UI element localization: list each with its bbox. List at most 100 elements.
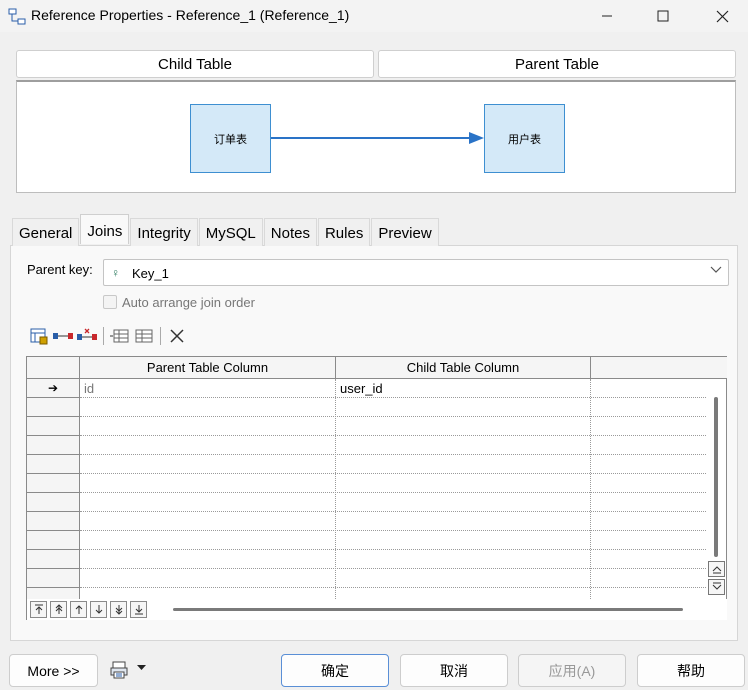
row-divider xyxy=(80,397,706,398)
arrow-down-icon xyxy=(712,582,721,590)
key-icon: ♀ xyxy=(111,266,120,280)
parent-table-column-header[interactable]: Parent Table Column xyxy=(80,357,336,379)
move-down-button[interactable] xyxy=(90,601,107,618)
row-header[interactable] xyxy=(27,417,80,436)
move-page-down-icon xyxy=(115,605,122,615)
parent-key-label: Parent key: xyxy=(27,262,93,277)
delete-icon xyxy=(170,329,184,343)
row-divider xyxy=(80,435,706,436)
insert-row-icon xyxy=(110,329,129,343)
parent-key-select[interactable]: ♀ Key_1 xyxy=(103,259,729,286)
auto-arrange-label: Auto arrange join order xyxy=(122,295,255,310)
add-row-icon xyxy=(135,329,153,343)
ok-button[interactable]: 确定 xyxy=(281,654,389,687)
row-divider xyxy=(80,454,706,455)
row-header[interactable] xyxy=(27,512,80,531)
child-table-button[interactable]: Child Table xyxy=(16,50,374,78)
current-row-arrow-icon: ➔ xyxy=(47,381,59,395)
property-tabs: General Joins Integrity MySQL Notes Rule… xyxy=(12,214,440,246)
row-header[interactable] xyxy=(27,474,80,493)
properties-icon xyxy=(30,328,48,345)
column-divider xyxy=(335,379,336,599)
row-header[interactable] xyxy=(27,531,80,550)
scroll-down-button[interactable] xyxy=(708,579,725,595)
reference-app-icon xyxy=(8,8,26,25)
help-button[interactable]: 帮助 xyxy=(637,654,745,687)
add-join-icon xyxy=(53,333,73,339)
horizontal-scrollbar-thumb[interactable] xyxy=(173,608,683,611)
row-header[interactable] xyxy=(27,436,80,455)
properties-button[interactable] xyxy=(27,325,51,347)
reference-diagram: 订单表 用户表 xyxy=(16,80,736,193)
row-header[interactable] xyxy=(27,493,80,512)
move-bottom-button[interactable] xyxy=(130,601,147,618)
move-page-down-button[interactable] xyxy=(110,601,127,618)
tab-general[interactable]: General xyxy=(12,218,80,246)
parent-entity-box[interactable]: 用户表 xyxy=(484,104,565,173)
row-divider xyxy=(80,511,706,512)
row-divider xyxy=(80,492,706,493)
add-row-button[interactable] xyxy=(132,325,156,347)
row-header[interactable] xyxy=(27,455,80,474)
scroll-up-button[interactable] xyxy=(708,561,725,577)
tab-mysql[interactable]: MySQL xyxy=(198,218,263,246)
tab-integrity[interactable]: Integrity xyxy=(130,218,198,246)
child-column-cell[interactable]: user_id xyxy=(340,381,383,396)
maximize-button[interactable] xyxy=(640,0,686,32)
tab-notes[interactable]: Notes xyxy=(263,218,317,246)
more-button[interactable]: More >> xyxy=(9,654,98,687)
move-top-icon xyxy=(34,604,43,614)
print-icon[interactable] xyxy=(109,660,129,680)
child-entity-box[interactable]: 订单表 xyxy=(190,104,271,173)
auto-arrange-checkbox[interactable] xyxy=(103,295,117,309)
joins-grid[interactable]: Parent Table Column Child Table Column ➔… xyxy=(26,356,727,620)
row-divider xyxy=(80,530,706,531)
row-divider xyxy=(80,568,706,569)
arrow-up-icon xyxy=(712,566,721,574)
parent-table-button[interactable]: Parent Table xyxy=(378,50,736,78)
title-bar: Reference Properties - Reference_1 (Refe… xyxy=(0,0,748,32)
scrollbar-thumb[interactable] xyxy=(714,397,718,557)
row-divider xyxy=(80,587,706,588)
child-table-column-header[interactable]: Child Table Column xyxy=(336,357,591,379)
close-icon xyxy=(716,10,728,22)
row-divider xyxy=(80,473,706,474)
toolbar-separator xyxy=(160,327,161,345)
move-bottom-icon xyxy=(134,605,143,615)
row-header[interactable] xyxy=(27,569,80,588)
minimize-button[interactable] xyxy=(584,0,630,32)
delete-row-button[interactable] xyxy=(165,325,189,347)
add-join-button[interactable] xyxy=(51,325,75,347)
tab-joins[interactable]: Joins xyxy=(80,214,130,244)
move-top-button[interactable] xyxy=(30,601,47,618)
cancel-button[interactable]: 取消 xyxy=(400,654,508,687)
empty-column-header[interactable] xyxy=(591,357,727,379)
tab-preview[interactable]: Preview xyxy=(371,218,439,246)
row-header[interactable] xyxy=(27,398,80,417)
insert-row-button[interactable] xyxy=(108,325,132,347)
close-button[interactable] xyxy=(699,0,745,32)
move-page-up-icon xyxy=(55,604,62,614)
joins-toolbar xyxy=(27,324,189,348)
print-dropdown-chevron-icon[interactable] xyxy=(136,663,147,675)
toolbar-separator xyxy=(103,327,104,345)
tab-rules[interactable]: Rules xyxy=(317,218,371,246)
delete-join-button[interactable] xyxy=(75,325,99,347)
delete-join-icon xyxy=(77,328,97,340)
reference-link-line xyxy=(271,137,471,139)
vertical-scrollbar[interactable] xyxy=(706,379,726,599)
column-divider xyxy=(590,379,591,599)
row-header[interactable] xyxy=(27,550,80,569)
row-divider xyxy=(80,416,706,417)
reference-arrow-icon xyxy=(469,132,484,144)
maximize-icon xyxy=(657,10,669,22)
move-page-up-button[interactable] xyxy=(50,601,67,618)
move-up-icon xyxy=(75,605,82,614)
chevron-down-icon[interactable] xyxy=(710,263,722,278)
row-header[interactable]: ➔ xyxy=(27,379,80,398)
move-up-button[interactable] xyxy=(70,601,87,618)
grid-corner-header[interactable] xyxy=(27,357,80,379)
apply-button[interactable]: 应用(A) xyxy=(518,654,626,687)
row-divider xyxy=(80,549,706,550)
parent-column-cell[interactable]: id xyxy=(84,381,94,396)
